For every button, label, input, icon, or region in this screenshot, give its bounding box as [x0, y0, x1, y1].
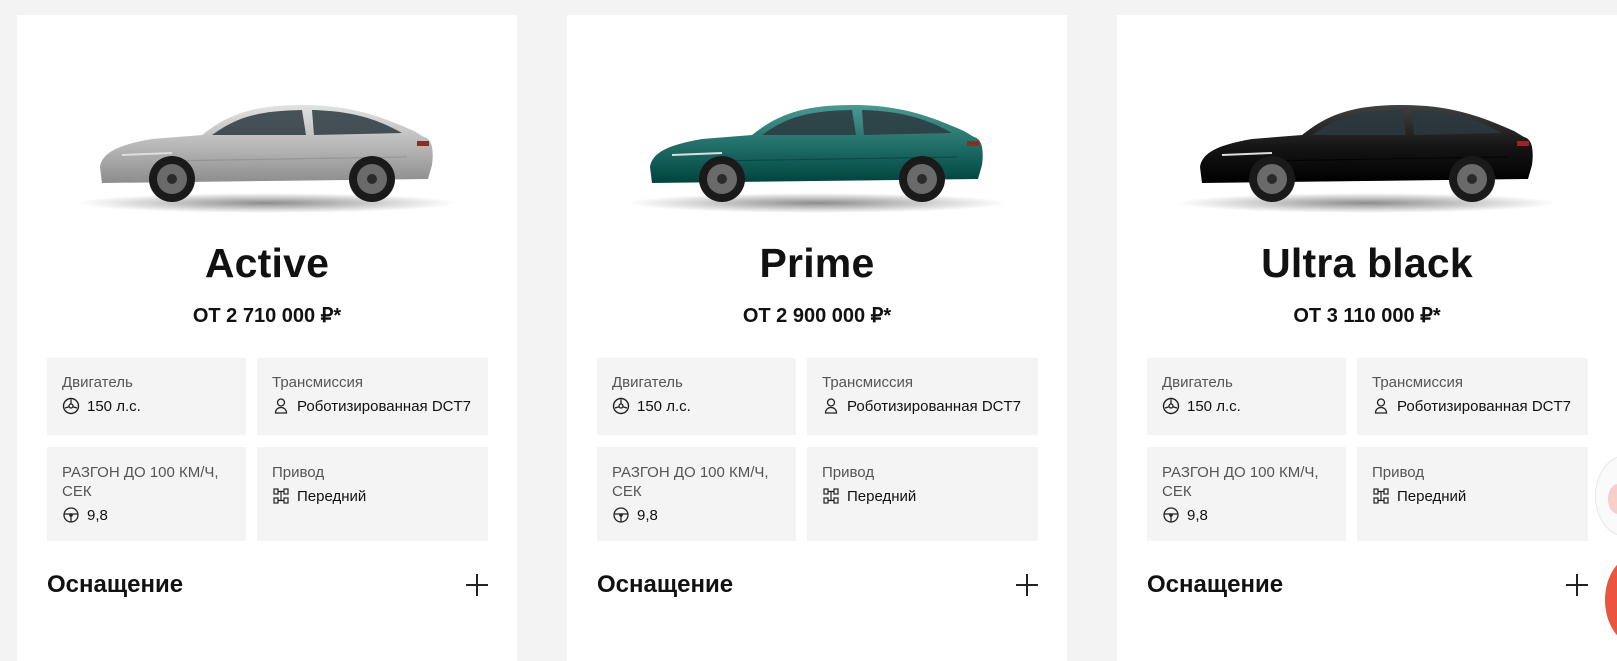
steering-wheel-icon [612, 506, 630, 524]
spec-value: 150 л.с. [637, 397, 691, 415]
equipment-toggle[interactable]: Оснащение [47, 568, 488, 602]
trim-name: Ultra black [1261, 240, 1473, 286]
trim-card-ultra-black: Ultra black ОТ 3 110 000 ₽* Двигатель 15… [1117, 15, 1617, 661]
spec-value-row: Передний [1372, 487, 1573, 505]
spec-value-row: Роботизированная DCT7 [822, 397, 1023, 415]
plus-icon[interactable] [1566, 574, 1588, 596]
drivetrain-icon [1372, 487, 1390, 505]
trim-price: ОТ 2 900 000 ₽* [742, 305, 892, 327]
spec-label: Двигатель [612, 374, 683, 391]
equipment-title: Оснащение [1147, 571, 1284, 598]
spec-value-row: Роботизированная DCT7 [1372, 397, 1573, 415]
spec-drive: Привод Передний [1357, 447, 1588, 541]
spec-label: Привод [272, 464, 325, 481]
spec-value-row: 9,8 [612, 506, 781, 524]
trim-price: ОТ 3 110 000 ₽* [1293, 305, 1441, 327]
spec-transmission: Трансмиссия Роботизированная DCT7 [1357, 358, 1588, 435]
spec-value: 9,8 [87, 506, 108, 524]
equipment-toggle[interactable]: Оснащение [1147, 568, 1588, 602]
equipment-title: Оснащение [597, 571, 734, 598]
spec-label: Трансмиссия [1372, 374, 1463, 391]
spec-value-row: 150 л.с. [612, 397, 781, 415]
spec-label: Привод [1372, 464, 1425, 481]
plus-icon[interactable] [1016, 574, 1038, 596]
sedan-illustration [1177, 105, 1557, 213]
spec-value: Передний [297, 487, 367, 505]
trim-card-prime: Prime ОТ 2 900 000 ₽* Двигатель 150 л.с.… [567, 15, 1067, 661]
spec-value-row: Передний [822, 487, 1023, 505]
spec-value: Роботизированная DCT7 [847, 397, 1021, 415]
trim-price: ОТ 2 710 000 ₽* [192, 305, 342, 327]
gearbox-icon [1372, 397, 1390, 415]
widget-dot [1608, 484, 1617, 514]
spec-value: 150 л.с. [87, 397, 141, 415]
spec-label: Двигатель [1162, 374, 1233, 391]
engine-icon [1162, 397, 1180, 415]
spec-label: РАЗГОН ДО 100 КМ/Ч, СЕК [612, 464, 769, 500]
spec-value: 9,8 [1187, 506, 1208, 524]
car-image [62, 75, 472, 235]
gearbox-icon [822, 397, 840, 415]
spec-value: Роботизированная DCT7 [297, 397, 471, 415]
car-image [612, 75, 1022, 235]
spec-value-row: 150 л.с. [1162, 397, 1331, 415]
spec-label: Трансмиссия [272, 374, 363, 391]
sedan-illustration [77, 105, 457, 213]
trim-cards-row: Active ОТ 2 710 000 ₽* Двигатель 150 л.с… [0, 0, 1617, 661]
equipment-title: Оснащение [47, 571, 184, 598]
spec-value-row: 9,8 [62, 506, 231, 524]
trim-card-active: Active ОТ 2 710 000 ₽* Двигатель 150 л.с… [17, 15, 517, 661]
gearbox-icon [272, 397, 290, 415]
trim-name: Active [204, 240, 330, 286]
spec-label: Двигатель [62, 374, 133, 391]
spec-drive: Привод Передний [257, 447, 488, 541]
spec-engine: Двигатель 150 л.с. [597, 358, 796, 435]
spec-value-row: Передний [272, 487, 473, 505]
drivetrain-icon [272, 487, 290, 505]
spec-value: 150 л.с. [1187, 397, 1241, 415]
spec-value-row: Роботизированная DCT7 [272, 397, 473, 415]
spec-label: Привод [822, 464, 875, 481]
engine-icon [62, 397, 80, 415]
spec-engine: Двигатель 150 л.с. [1147, 358, 1346, 435]
steering-wheel-icon [62, 506, 80, 524]
trim-name: Prime [759, 240, 875, 286]
engine-icon [612, 397, 630, 415]
steering-wheel-icon [1162, 506, 1180, 524]
spec-acceleration: РАЗГОН ДО 100 КМ/Ч, СЕК 9,8 [597, 447, 796, 541]
spec-value-row: 9,8 [1162, 506, 1331, 524]
spec-drive: Привод Передний [807, 447, 1038, 541]
spec-label: РАЗГОН ДО 100 КМ/Ч, СЕК [62, 464, 219, 500]
spec-value: Передний [847, 487, 917, 505]
spec-acceleration: РАЗГОН ДО 100 КМ/Ч, СЕК 9,8 [1147, 447, 1346, 541]
spec-acceleration: РАЗГОН ДО 100 КМ/Ч, СЕК 9,8 [47, 447, 246, 541]
spec-value: 9,8 [637, 506, 658, 524]
spec-transmission: Трансмиссия Роботизированная DCT7 [807, 358, 1038, 435]
spec-engine: Двигатель 150 л.с. [47, 358, 246, 435]
spec-value: Роботизированная DCT7 [1397, 397, 1571, 415]
spec-value-row: 150 л.с. [62, 397, 231, 415]
equipment-toggle[interactable]: Оснащение [597, 568, 1038, 602]
car-image [1162, 75, 1572, 235]
spec-label: РАЗГОН ДО 100 КМ/Ч, СЕК [1162, 464, 1319, 500]
drivetrain-icon [822, 487, 840, 505]
sedan-illustration [627, 105, 1007, 213]
spec-transmission: Трансмиссия Роботизированная DCT7 [257, 358, 488, 435]
plus-icon[interactable] [466, 574, 488, 596]
spec-value: Передний [1397, 487, 1467, 505]
spec-label: Трансмиссия [822, 374, 913, 391]
